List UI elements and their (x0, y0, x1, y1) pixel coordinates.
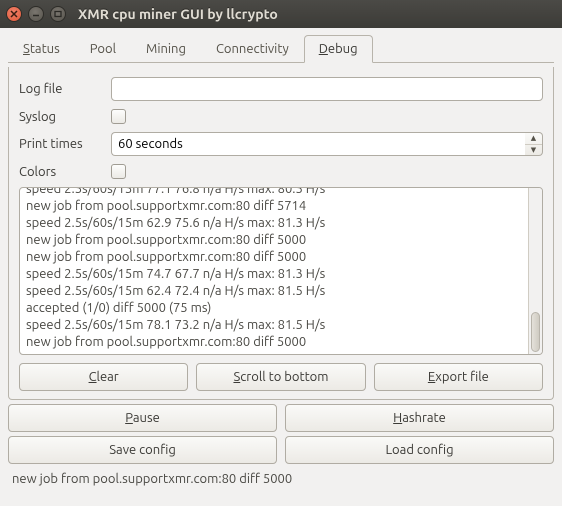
log-line: accepted (1/0) diff 5000 (75 ms) (26, 300, 522, 317)
tab-pool[interactable]: Pool (75, 35, 131, 63)
titlebar: XMR cpu miner GUI by llcrypto (0, 0, 562, 28)
log-line: new job from pool.supportxmr.com:80 diff… (26, 232, 522, 249)
log-line: new job from pool.supportxmr.com:80 diff… (26, 249, 522, 266)
log-line: new job from pool.supportxmr.com:80 diff… (26, 198, 522, 215)
tabbar: StatusPoolMiningConnectivityDebug (8, 34, 554, 63)
spin-up-icon[interactable]: ▲ (525, 133, 542, 145)
printtimes-label: Print times (19, 137, 101, 151)
printtimes-input[interactable] (111, 132, 525, 156)
log-line: speed 2.5s/60s/15m 62.9 75.6 n/a H/s max… (26, 215, 522, 232)
hashrate-button[interactable]: Hashrate (285, 404, 554, 432)
syslog-checkbox[interactable] (111, 109, 126, 124)
colors-label: Colors (19, 165, 101, 179)
pause-button[interactable]: Pause (8, 404, 277, 432)
log-line: speed 2.5s/60s/15m 62.4 72.4 n/a H/s max… (26, 283, 522, 300)
load-config-button[interactable]: Load config (285, 436, 554, 464)
export-file-button[interactable]: Export file (374, 363, 543, 391)
colors-checkbox[interactable] (111, 164, 126, 179)
log-output: speed 2.5s/60s/15m 77.1 76.8 n/a H/s max… (19, 187, 543, 355)
printtimes-spinbox[interactable]: ▲ ▼ (111, 132, 543, 156)
log-scrollbar[interactable] (528, 188, 542, 354)
log-line: new job from pool.supportxmr.com:80 diff… (26, 334, 522, 351)
debug-panel: Log file Syslog Print times ▲ ▼ Colors (8, 67, 554, 400)
tab-connectivity[interactable]: Connectivity (201, 35, 304, 63)
save-config-button[interactable]: Save config (8, 436, 277, 464)
log-line: speed 2.5s/60s/15m 74.7 67.7 n/a H/s max… (26, 266, 522, 283)
minimize-icon[interactable] (28, 6, 44, 22)
scroll-bottom-button[interactable]: Scroll to bottom (196, 363, 365, 391)
close-icon[interactable] (6, 6, 22, 22)
window-title: XMR cpu miner GUI by llcrypto (78, 6, 278, 22)
statusbar: new job from pool.supportxmr.com:80 diff… (8, 468, 554, 488)
maximize-icon[interactable] (50, 6, 66, 22)
clear-button[interactable]: Clear (19, 363, 188, 391)
tab-debug[interactable]: Debug (304, 35, 373, 63)
log-line: speed 2.5s/60s/15m 77.1 76.8 n/a H/s max… (26, 188, 522, 198)
spin-down-icon[interactable]: ▼ (525, 145, 542, 156)
tab-status[interactable]: Status (8, 35, 75, 63)
logfile-input[interactable] (111, 77, 543, 101)
log-line: speed 2.5s/60s/15m 78.1 73.2 n/a H/s max… (26, 317, 522, 334)
syslog-label: Syslog (19, 110, 101, 124)
tab-mining[interactable]: Mining (131, 35, 201, 63)
logfile-label: Log file (19, 82, 101, 96)
